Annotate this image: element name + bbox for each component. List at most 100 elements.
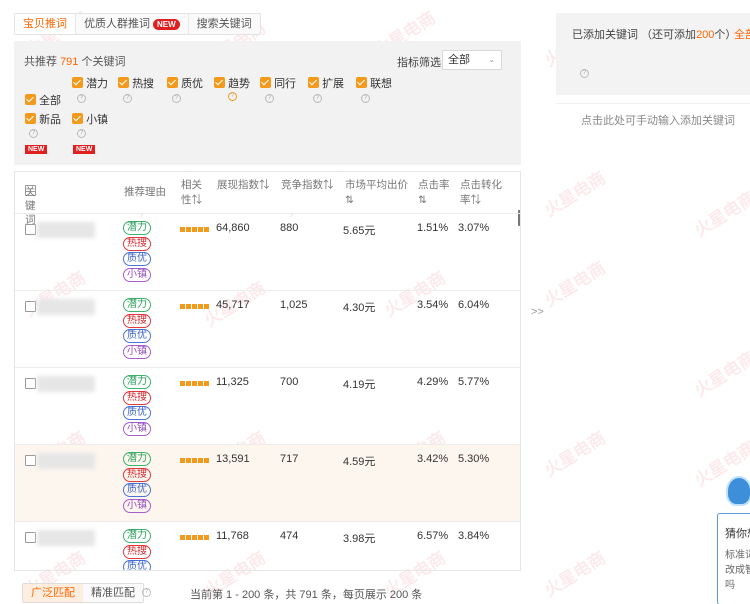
exact-match-tab[interactable]: 精准匹配 [83, 584, 143, 602]
assistant-chat-card[interactable]: 猜你想 标准词改成智吗 [717, 513, 750, 604]
help-icon[interactable]: ? [228, 92, 237, 101]
added-keywords-panel: 已添加关键词 （还可添加200个） 全部 ? [556, 13, 750, 95]
table-row[interactable]: 潜力 热搜 质优 小镇 11,325 700 4.19元 4.29% 5.77% [15, 367, 520, 444]
relevance-bars [180, 227, 210, 232]
small-town-tag: 小镇 [123, 421, 151, 436]
help-icon[interactable]: ? [172, 94, 181, 103]
column-cvr-sort[interactable]: 率⇅ [460, 193, 481, 207]
checkbox-checked-icon[interactable] [25, 94, 36, 105]
chat-title: 猜你想 [725, 528, 750, 540]
row-checkbox[interactable] [25, 378, 36, 389]
checkbox-checked-icon[interactable] [308, 77, 319, 88]
filter-label: 扩展 [322, 78, 345, 90]
avg-bid-value: 3.98元 [343, 533, 376, 545]
avg-bid-value: 4.59元 [343, 456, 376, 468]
row-checkbox[interactable] [25, 301, 36, 312]
help-icon[interactable]: ? [142, 588, 151, 597]
ctr-value: 3.42% [417, 453, 449, 465]
row-checkbox[interactable] [25, 455, 36, 466]
assistant-robot-icon[interactable] [726, 476, 750, 506]
column-avg-bid[interactable]: 市场平均出价 [345, 178, 408, 192]
table-row[interactable]: 潜力 热搜 质优 小镇 13,591 717 4.59元 3.42% 5.30% [15, 444, 520, 521]
help-icon[interactable]: ? [77, 94, 86, 103]
relevance-bars [180, 304, 210, 309]
filter-associate[interactable]: 联想 [356, 75, 392, 91]
added-remaining: 200 [696, 29, 715, 41]
metric-filter-select[interactable]: 全部 ⌄ [442, 50, 502, 70]
column-competition[interactable]: 竞争指数⇅ [281, 178, 334, 192]
checkbox-checked-icon[interactable] [167, 77, 178, 88]
help-icon[interactable]: ? [580, 69, 589, 78]
checkbox-checked-icon[interactable] [214, 77, 225, 88]
checkbox-checked-icon[interactable] [118, 77, 129, 88]
column-ctr[interactable]: 点击率 [418, 178, 450, 192]
expand-arrow[interactable]: >> [531, 306, 544, 318]
small-town-tag: 小镇 [123, 498, 151, 513]
column-relevance-sort[interactable]: 性⇅ [181, 193, 202, 207]
total-count: 791 [60, 56, 79, 68]
tab-search-keywords[interactable]: 搜索关键词 [189, 14, 260, 34]
watermark: 火星电商 [691, 348, 750, 401]
add-all-link[interactable]: 全部 [734, 26, 750, 42]
checkbox-checked-icon[interactable] [25, 113, 36, 124]
watermark: 火星电商 [541, 428, 609, 481]
hot-tag: 热搜 [123, 313, 151, 328]
keyword-redacted [37, 530, 95, 546]
filter-hot[interactable]: 热搜 [118, 75, 154, 91]
tab-label: 宝贝推词 [23, 18, 67, 30]
tab-quality-crowd[interactable]: 优质人群推词 NEW [76, 14, 189, 34]
help-icon[interactable]: ? [361, 94, 370, 103]
checkbox-checked-icon[interactable] [260, 77, 271, 88]
column-reason: 推荐理由 [124, 186, 166, 198]
relevance-bars [180, 458, 210, 463]
filter-trend[interactable]: 趋势 [214, 75, 250, 91]
filter-peer[interactable]: 同行 [260, 75, 296, 91]
row-checkbox[interactable] [25, 224, 36, 235]
filter-label: 新品 [39, 114, 62, 126]
column-avg-bid-sort[interactable]: ⇅ [345, 193, 354, 207]
ctr-value: 3.54% [417, 299, 449, 311]
filter-expand[interactable]: 扩展 [308, 75, 344, 91]
filter-small-town[interactable]: 小镇 [72, 111, 108, 127]
column-impressions[interactable]: 展现指数⇅ [217, 178, 270, 192]
tab-item-keywords[interactable]: 宝贝推词 [15, 14, 76, 34]
filter-all[interactable]: 全部 [25, 92, 61, 108]
keyword-source-tabs: 宝贝推词 优质人群推词 NEW 搜索关键词 [14, 13, 261, 35]
row-checkbox[interactable] [25, 532, 36, 543]
help-icon[interactable]: ? [77, 129, 86, 138]
table-row[interactable]: 潜力 热搜 质优 小镇 45,717 1,025 4.30元 3.54% 6.04% [15, 290, 520, 367]
column-relevance[interactable]: 相关 [181, 178, 202, 192]
table-row[interactable]: 潜力 热搜 质优 11,768 474 3.98元 6.57% 3.84% [15, 521, 520, 570]
broad-match-tab[interactable]: 广泛匹配 [23, 584, 83, 602]
cvr-value: 5.77% [458, 376, 490, 388]
filter-quality[interactable]: 质优 [167, 75, 203, 91]
help-icon[interactable]: ? [313, 94, 322, 103]
column-ctr-sort[interactable]: ⇅ [418, 193, 427, 207]
table-row[interactable]: 潜力 热搜 质优 小镇 64,860 880 5.65元 1.51% 3.07% [15, 213, 520, 290]
checkbox-checked-icon[interactable] [72, 77, 83, 88]
filter-potential[interactable]: 潜力 [72, 75, 108, 91]
divider [556, 103, 750, 104]
help-icon[interactable]: ? [265, 94, 274, 103]
cvr-value: 5.30% [458, 453, 490, 465]
competition-value: 717 [280, 453, 299, 465]
help-icon[interactable]: ? [123, 94, 132, 103]
chevron-down-icon: ⌄ [488, 55, 495, 64]
metric-filter-value: 全部 [448, 54, 470, 66]
watermark: 火星电商 [691, 188, 750, 241]
filter-label: 全部 [39, 95, 62, 107]
filter-new[interactable]: 新品 [25, 111, 61, 127]
filter-label: 质优 [181, 78, 204, 90]
manual-add-hint[interactable]: 点击此处可手动输入添加关键词 [581, 112, 735, 128]
relevance-bars [180, 381, 210, 386]
column-cvr[interactable]: 点击转化 [460, 178, 502, 192]
help-icon[interactable]: ? [29, 129, 38, 138]
watermark: 火星电商 [541, 548, 609, 601]
filter-panel: 共推荐 791 个关键词 指标筛选 全部 ⌄ 潜力 ? 热搜 ? 质优 ? 趋势 … [14, 41, 521, 165]
new-badge: NEW [25, 145, 48, 154]
checkbox-checked-icon[interactable] [72, 113, 83, 124]
checkbox-checked-icon[interactable] [356, 77, 367, 88]
impressions-value: 13,591 [216, 453, 250, 465]
potential-tag: 潜力 [123, 298, 151, 312]
total-recommended: 共推荐 791 个关键词 [24, 53, 125, 69]
